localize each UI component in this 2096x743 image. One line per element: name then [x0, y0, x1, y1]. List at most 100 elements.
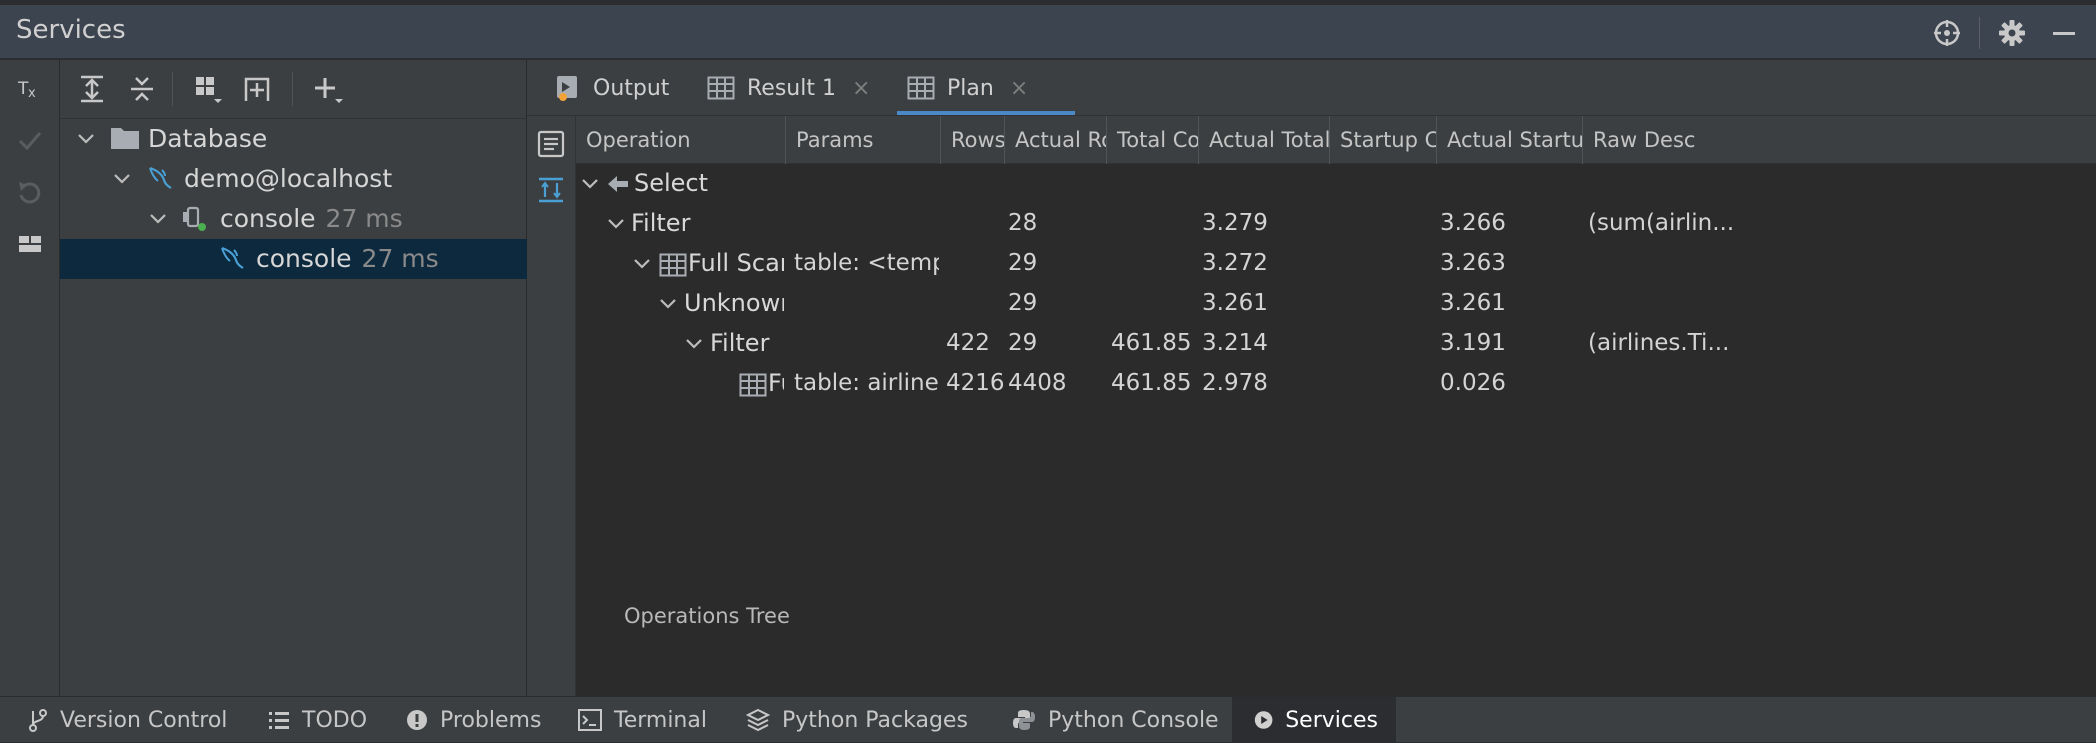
tree-item-label: demo@localhost [184, 164, 393, 193]
tree-item-database[interactable]: Database [60, 119, 527, 159]
toolwindow-terminal[interactable]: Terminal [556, 697, 725, 743]
cell-total-cost: 461.85 [1111, 370, 1192, 396]
vcs-icon [29, 709, 47, 732]
collapse-all-icon[interactable] [124, 71, 160, 107]
cell-params: table: <temp... [794, 250, 939, 276]
plan-row-full-scan[interactable]: Full Scan ( table: <temp... 29 3.272 3.2… [576, 244, 2096, 284]
title-bar-divider [1979, 17, 1980, 49]
new-session-icon[interactable] [240, 71, 276, 107]
toolwindow-version-control[interactable]: Version Control [6, 697, 245, 743]
chevron-down-icon[interactable] [74, 127, 98, 151]
chevron-down-icon[interactable] [656, 292, 680, 316]
plan-row-select[interactable]: Select [576, 164, 2096, 204]
column-header-total-cost[interactable]: Total Cost [1107, 116, 1199, 164]
rollback-icon[interactable] [12, 174, 48, 210]
show-plan-text-icon[interactable] [533, 126, 569, 162]
operation-label: Fu [768, 369, 784, 397]
folder-icon [111, 128, 139, 149]
add-icon[interactable] [310, 71, 346, 107]
column-header-startup-cost[interactable]: Startup C... [1330, 116, 1437, 164]
tree-item-console[interactable]: console 27 ms [60, 239, 527, 279]
tab-label: Output [593, 75, 670, 101]
active-tab-indicator [897, 111, 1075, 115]
title-bar-actions [1927, 13, 2096, 53]
tree-item-duration: 27 ms [325, 204, 403, 233]
tab-result-1[interactable]: Result 1 × [707, 60, 870, 116]
close-icon[interactable]: × [1010, 76, 1028, 101]
cell-total-cost: 461.85 [1111, 330, 1192, 356]
cell-actual-total: 3.214 [1202, 330, 1268, 356]
cell-actual-total: 2.978 [1202, 370, 1268, 396]
expand-all-icon[interactable] [74, 71, 110, 107]
group-icon[interactable] [190, 71, 226, 107]
toolwindow-label: TODO [302, 707, 368, 733]
toolwindow-python-packages[interactable]: Python Packages [724, 697, 986, 743]
toolwindow-label: Terminal [614, 707, 707, 733]
column-header-rows[interactable]: Rows [941, 116, 1005, 164]
cell-actual-rows: 4408 [1008, 370, 1067, 396]
mysql-icon [149, 166, 172, 189]
chevron-down-icon[interactable] [146, 207, 170, 231]
terminal-icon [578, 709, 602, 731]
toolbar-divider [172, 72, 173, 106]
minimize-icon[interactable] [2044, 13, 2084, 53]
operation-label: Select [634, 169, 709, 197]
problems-icon [407, 710, 427, 730]
column-header-actual-rows[interactable]: Actual Ro... [1005, 116, 1107, 164]
cell-actual-startup: 3.266 [1440, 210, 1506, 236]
toolwindow-label: Python Console [1048, 707, 1219, 733]
packages-icon [746, 708, 770, 732]
plan-row-filter[interactable]: Filter 28 3.279 3.266 (sum(airlin... [576, 204, 2096, 244]
toolwindow-todo[interactable]: TODO [246, 697, 385, 743]
tree-item-console-session[interactable]: console 27 ms [60, 199, 527, 239]
crosshair-icon[interactable] [1927, 13, 1967, 53]
toolbar-divider-2 [292, 72, 293, 106]
plan-side-toolbar [527, 116, 576, 696]
column-header-params[interactable]: Params [786, 116, 941, 164]
plan-row-unknown[interactable]: Unknown ( 29 3.261 3.261 [576, 284, 2096, 324]
tab-output[interactable]: Output [555, 60, 669, 116]
column-header-actual-total[interactable]: Actual Total ... [1199, 116, 1330, 164]
cell-raw-desc: (airlines.Ti... [1588, 330, 1730, 356]
chevron-down-icon[interactable] [682, 332, 706, 356]
python-icon [1013, 710, 1035, 730]
tree-toolbar [60, 60, 526, 119]
cell-actual-rows: 28 [1008, 210, 1038, 236]
cell-params: table: airlines; [794, 370, 939, 396]
services-title-bar: Services [0, 5, 2096, 59]
cell-actual-startup: 0.026 [1440, 370, 1506, 396]
cell-actual-startup: 3.263 [1440, 250, 1506, 276]
todo-icon [269, 712, 289, 729]
tree-item-demo-localhost[interactable]: demo@localhost [60, 159, 527, 199]
close-icon[interactable]: × [852, 76, 870, 101]
cell-rows: 4216 [946, 370, 1005, 396]
layout-icon[interactable] [12, 226, 48, 262]
cell-raw-desc: (sum(airlin... [1588, 210, 1735, 236]
tree-item-label: console [220, 204, 316, 233]
table-icon [707, 76, 735, 100]
tx-icon[interactable]: Tx [12, 70, 48, 106]
operations-tree-label: Operations Tree [624, 604, 790, 628]
plan-row-filter-2[interactable]: Filter 422 29 461.85 3.214 3.191 (airlin… [576, 324, 2096, 364]
chevron-down-icon[interactable] [110, 167, 134, 191]
column-header-operation[interactable]: Operation [576, 116, 786, 164]
column-header-actual-startup[interactable]: Actual Startup ... [1437, 116, 1583, 164]
gear-icon[interactable] [1992, 13, 2032, 53]
chevron-down-icon[interactable] [630, 252, 654, 276]
expand-plan-icon[interactable] [533, 172, 569, 208]
toolwindow-python-console[interactable]: Python Console [990, 697, 1237, 743]
tree-item-duration: 27 ms [361, 244, 439, 273]
toolwindow-problems[interactable]: Problems [384, 697, 559, 743]
table-icon [739, 373, 767, 397]
chevron-down-icon[interactable] [604, 212, 628, 236]
tab-plan[interactable]: Plan × [907, 60, 1028, 116]
toolwindow-services[interactable]: Services [1232, 697, 1396, 743]
cell-actual-rows: 29 [1008, 250, 1038, 276]
column-header-raw-desc[interactable]: Raw Desc [1583, 116, 2096, 164]
operation-label: Filter [710, 329, 770, 357]
cell-actual-startup: 3.191 [1440, 330, 1506, 356]
commit-check-icon[interactable] [12, 122, 48, 158]
chevron-down-icon[interactable] [578, 172, 602, 196]
plan-row-full-scan-airlines[interactable]: Fu table: airlines; 4216 4408 461.85 2.9… [576, 364, 2096, 404]
tree-item-label: console [256, 244, 352, 273]
